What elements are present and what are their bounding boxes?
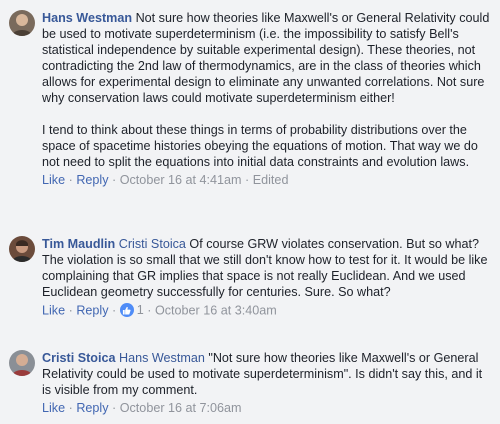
avatar-image <box>9 10 35 36</box>
timestamp[interactable]: October 16 at 4:41am <box>120 173 242 187</box>
timestamp[interactable]: October 16 at 7:06am <box>120 401 242 415</box>
comment-actions: Like · Reply · 1 · October 16 at 3:40am <box>42 302 277 318</box>
avatar[interactable] <box>9 350 35 376</box>
comment-body: Tim Maudlin Cristi Stoica Of course GRW … <box>42 236 492 319</box>
edited-label[interactable]: Edited <box>253 173 289 187</box>
comment-text: Not sure how theories like Maxwell's or … <box>42 11 490 105</box>
comment-author[interactable]: Tim Maudlin <box>42 237 115 251</box>
comment-body: Hans Westman Not sure how theories like … <box>42 10 492 188</box>
reply-link[interactable]: Reply <box>76 304 108 318</box>
reaction-count-label: 1 <box>136 303 144 317</box>
reply-link[interactable]: Reply <box>76 173 108 187</box>
avatar[interactable] <box>9 10 35 36</box>
like-link[interactable]: Like <box>42 304 65 318</box>
timestamp[interactable]: October 16 at 3:40am <box>155 304 277 318</box>
like-link[interactable]: Like <box>42 401 65 415</box>
comment-text: I tend to think about these things in te… <box>42 123 478 169</box>
avatar-image <box>9 350 35 376</box>
avatar[interactable] <box>9 236 35 262</box>
reply-link[interactable]: Reply <box>76 401 108 415</box>
avatar-image <box>9 236 35 262</box>
comment-author[interactable]: Hans Westman <box>42 11 132 25</box>
mention-link[interactable]: Hans Westman <box>119 351 205 365</box>
reaction-count[interactable]: 1 <box>119 302 144 318</box>
comment-actions: Like · Reply · October 16 at 4:41am · Ed… <box>42 173 289 187</box>
comment-author[interactable]: Cristi Stoica <box>42 351 115 365</box>
comment-body: Cristi Stoica Hans Westman "Not sure how… <box>42 350 492 416</box>
comment-actions: Like · Reply · October 16 at 7:06am <box>42 401 242 415</box>
mention-link[interactable]: Cristi Stoica <box>119 237 186 251</box>
like-link[interactable]: Like <box>42 173 65 187</box>
thumbs-up-icon <box>119 303 134 317</box>
